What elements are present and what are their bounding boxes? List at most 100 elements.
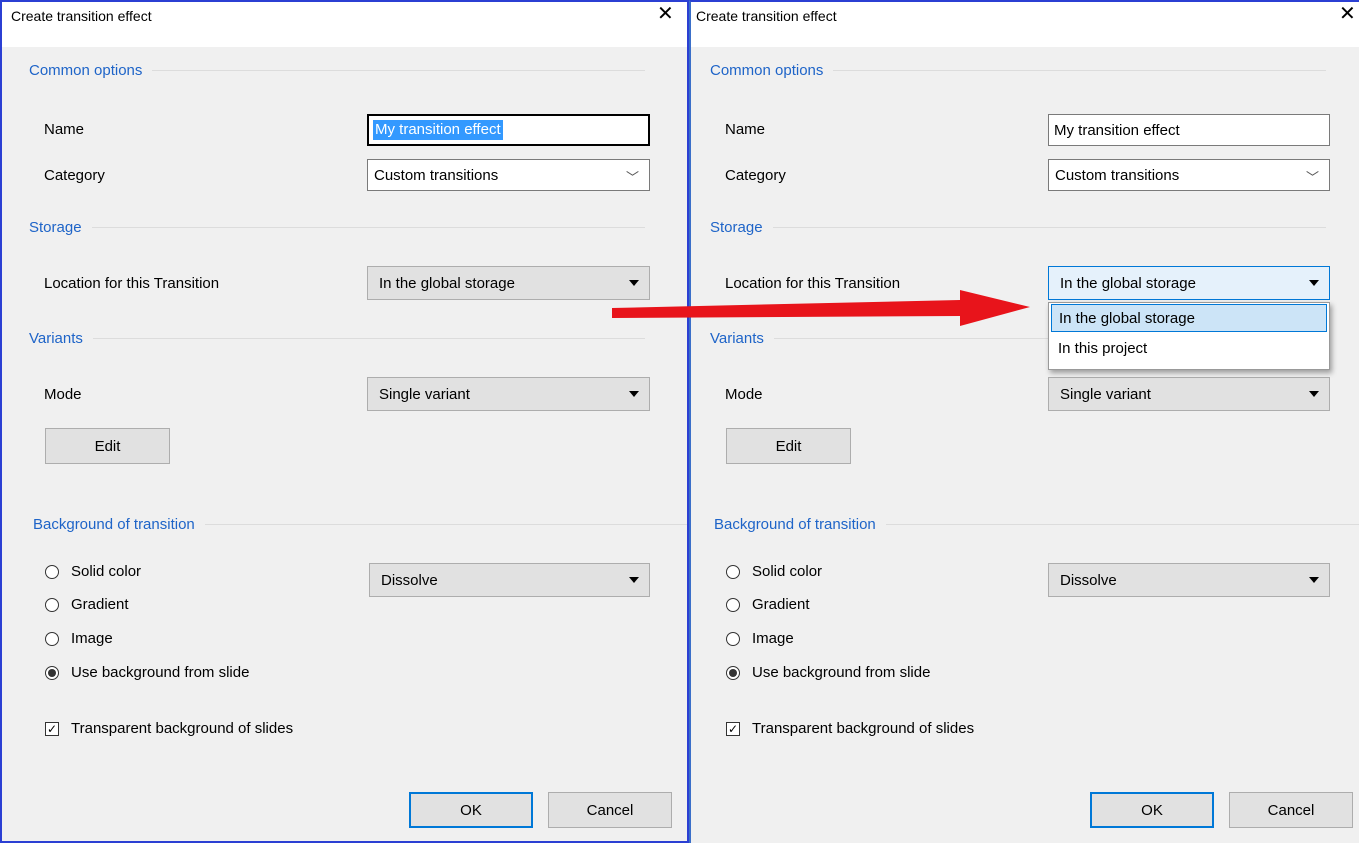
radio-dot xyxy=(729,668,737,677)
name-input-value: My transition effect xyxy=(1054,121,1180,139)
category-label: Category xyxy=(44,167,105,184)
radio-label: Image xyxy=(71,630,113,647)
radio-label: Gradient xyxy=(71,596,129,613)
dropdown-arrow-icon xyxy=(1309,391,1319,397)
effect-dropdown[interactable]: Dissolve xyxy=(1048,563,1330,597)
radio-image[interactable]: Image xyxy=(45,630,113,647)
option-this-project[interactable]: In this project xyxy=(1049,333,1329,363)
radio-circle xyxy=(45,597,59,612)
effect-value: Dissolve xyxy=(1060,571,1117,589)
dialog-title: Create transition effect xyxy=(696,8,837,24)
close-icon[interactable]: ✕ xyxy=(1339,4,1356,24)
divider xyxy=(152,70,645,71)
dialog-right: Create transition effect ✕ Common option… xyxy=(689,0,1359,843)
name-label: Name xyxy=(44,121,85,138)
checkmark-icon: ✓ xyxy=(726,721,740,736)
group-heading: Variants xyxy=(710,330,764,347)
location-value: In the global storage xyxy=(1060,274,1196,292)
group-variants: Variants xyxy=(29,330,645,347)
group-heading: Variants xyxy=(29,330,83,347)
radio-circle xyxy=(726,564,740,579)
location-dropdown[interactable]: In the global storage xyxy=(367,266,650,300)
radio-circle xyxy=(45,665,59,680)
group-common-options: Common options xyxy=(29,62,645,79)
mode-value: Single variant xyxy=(379,385,470,403)
divider xyxy=(772,227,1326,228)
radio-solid-color[interactable]: Solid color xyxy=(45,563,141,580)
divider xyxy=(885,524,1359,525)
radio-dot xyxy=(48,668,56,677)
name-input-value: My transition effect xyxy=(373,120,503,140)
divider xyxy=(833,70,1326,71)
ok-button[interactable]: OK xyxy=(1090,792,1214,828)
location-label: Location for this Transition xyxy=(725,275,901,292)
radio-image[interactable]: Image xyxy=(726,630,794,647)
name-input[interactable]: My transition effect xyxy=(367,114,650,146)
radio-solid-color[interactable]: Solid color xyxy=(726,563,822,580)
name-label: Name xyxy=(725,121,766,138)
radio-circle xyxy=(726,665,740,680)
group-common-options: Common options xyxy=(710,62,1326,79)
location-value: In the global storage xyxy=(379,274,515,292)
radio-circle xyxy=(45,564,59,579)
category-combo[interactable]: Custom transitions ﹀ xyxy=(1048,159,1330,191)
radio-gradient[interactable]: Gradient xyxy=(726,596,810,613)
dialog-body: Common options Name My transition effect… xyxy=(691,47,1359,769)
group-heading: Common options xyxy=(710,62,824,79)
edit-button[interactable]: Edit xyxy=(726,428,851,464)
radio-circle xyxy=(726,631,740,646)
radio-label: Solid color xyxy=(71,563,142,580)
radio-circle xyxy=(726,597,740,612)
ok-button[interactable]: OK xyxy=(409,792,533,828)
divider xyxy=(204,524,687,525)
dropdown-arrow-icon xyxy=(1309,280,1319,286)
mode-dropdown[interactable]: Single variant xyxy=(1048,377,1330,411)
radio-use-background-from-slide[interactable]: Use background from slide xyxy=(726,664,930,681)
option-global-storage[interactable]: In the global storage xyxy=(1051,304,1327,332)
transparent-background-checkbox[interactable]: ✓ Transparent background of slides xyxy=(726,720,974,737)
radio-label: Use background from slide xyxy=(71,664,250,681)
cancel-button[interactable]: Cancel xyxy=(548,792,672,828)
radio-circle xyxy=(45,631,59,646)
dropdown-arrow-icon xyxy=(1309,577,1319,583)
radio-label: Solid color xyxy=(752,563,823,580)
dialog-footer: OK Cancel xyxy=(691,769,1359,843)
dialog-left: Create transition effect ✕ Common option… xyxy=(0,0,689,843)
radio-label: Image xyxy=(752,630,794,647)
location-dropdown[interactable]: In the global storage xyxy=(1048,266,1330,300)
edit-button[interactable]: Edit xyxy=(45,428,170,464)
effect-dropdown[interactable]: Dissolve xyxy=(369,563,650,597)
radio-gradient[interactable]: Gradient xyxy=(45,596,129,613)
dialog-footer: OK Cancel xyxy=(2,769,687,841)
radio-use-background-from-slide[interactable]: Use background from slide xyxy=(45,664,249,681)
group-heading: Background of transition xyxy=(33,516,195,533)
dialog-body: Common options Name My transition effect… xyxy=(2,47,687,769)
dropdown-arrow-icon xyxy=(629,280,639,286)
mode-label: Mode xyxy=(725,386,763,403)
transparent-background-checkbox[interactable]: ✓ Transparent background of slides xyxy=(45,720,293,737)
category-value: Custom transitions xyxy=(374,166,499,184)
checkmark-icon: ✓ xyxy=(45,721,59,736)
mode-label: Mode xyxy=(44,386,82,403)
title-bar: Create transition effect ✕ xyxy=(691,2,1359,28)
category-value: Custom transitions xyxy=(1055,166,1180,184)
location-dropdown-list: In the global storage In this project xyxy=(1048,302,1330,370)
title-bar: Create transition effect ✕ xyxy=(2,2,687,28)
dialog-title: Create transition effect xyxy=(11,8,152,24)
group-storage: Storage xyxy=(29,219,645,236)
checkbox-label: Transparent background of slides xyxy=(71,720,294,737)
name-input[interactable]: My transition effect xyxy=(1048,114,1330,146)
group-heading: Storage xyxy=(29,219,82,236)
radio-label: Gradient xyxy=(752,596,810,613)
cancel-button[interactable]: Cancel xyxy=(1229,792,1353,828)
category-combo[interactable]: Custom transitions ﹀ xyxy=(367,159,650,191)
chevron-down-icon: ﹀ xyxy=(1305,170,1319,185)
group-heading: Background of transition xyxy=(714,516,876,533)
close-icon[interactable]: ✕ xyxy=(657,4,674,24)
location-label: Location for this Transition xyxy=(44,275,220,292)
divider xyxy=(92,338,645,339)
mode-dropdown[interactable]: Single variant xyxy=(367,377,650,411)
group-background: Background of transition xyxy=(33,516,687,533)
checkbox-label: Transparent background of slides xyxy=(752,720,975,737)
dropdown-arrow-icon xyxy=(629,577,639,583)
